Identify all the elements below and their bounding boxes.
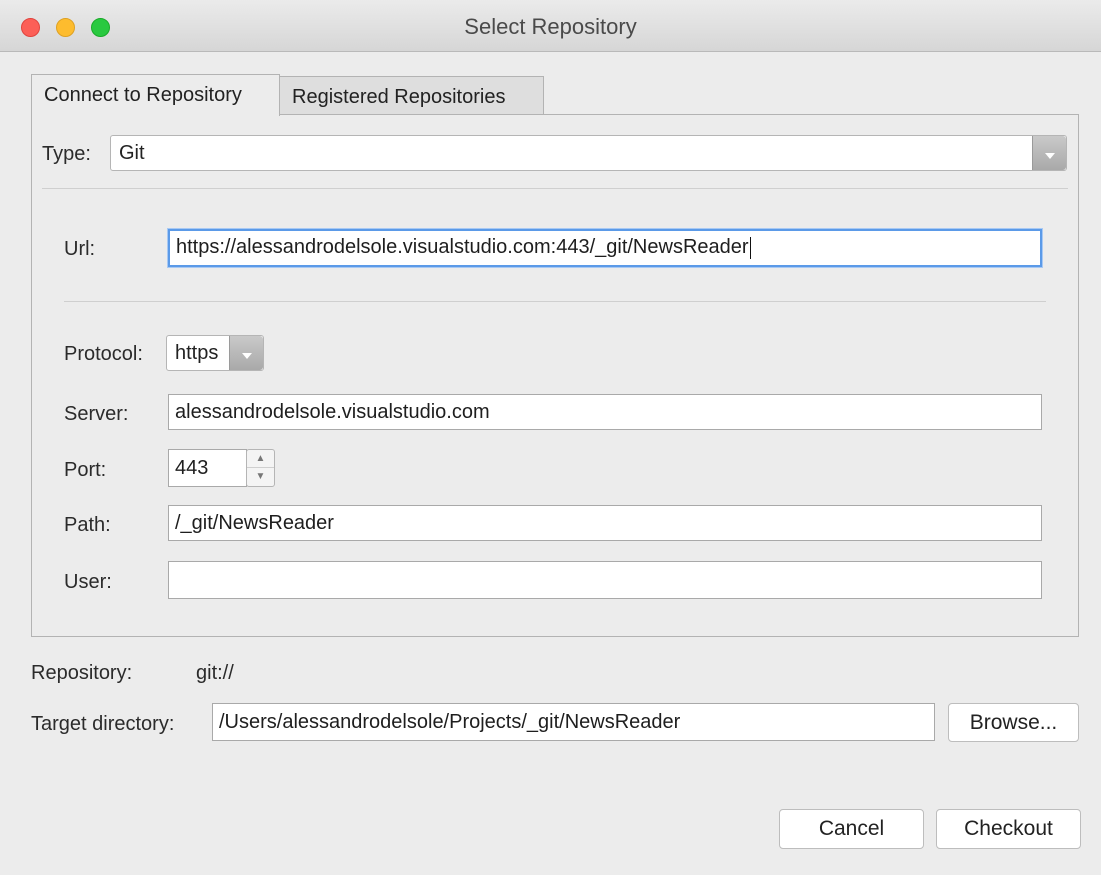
port-label: Port: <box>64 459 107 481</box>
divider <box>42 188 1068 189</box>
server-input[interactable]: alessandrodelsole.visualstudio.com <box>168 394 1042 430</box>
server-label: Server: <box>64 403 129 425</box>
stepper-down-icon[interactable]: ▼ <box>247 468 274 486</box>
target-directory-label: Target directory: <box>31 713 175 735</box>
divider <box>64 301 1046 302</box>
browse-button[interactable]: Browse... <box>948 703 1079 742</box>
type-select-value: Git <box>119 142 145 164</box>
text-caret <box>749 236 751 259</box>
user-label: User: <box>64 571 112 593</box>
url-input-value: https://alessandrodelsole.visualstudio.c… <box>176 236 749 258</box>
port-input[interactable]: 443 <box>168 449 247 487</box>
protocol-label: Protocol: <box>64 343 143 365</box>
dropdown-arrow-icon <box>229 336 263 370</box>
target-directory-input[interactable]: /Users/alessandrodelsole/Projects/_git/N… <box>212 703 935 741</box>
url-input[interactable]: https://alessandrodelsole.visualstudio.c… <box>168 229 1042 267</box>
protocol-select[interactable]: https <box>166 335 264 371</box>
cancel-button[interactable]: Cancel <box>779 809 924 849</box>
checkout-button[interactable]: Checkout <box>936 809 1081 849</box>
repository-label: Repository: <box>31 662 133 684</box>
tab-connect-to-repository[interactable]: Connect to Repository <box>31 74 280 116</box>
dropdown-arrow-icon <box>1032 136 1066 170</box>
protocol-select-value: https <box>175 342 219 364</box>
repository-value: git:// <box>196 662 234 684</box>
window-title: Select Repository <box>464 14 637 39</box>
stepper-up-icon[interactable]: ▲ <box>247 450 274 468</box>
path-label: Path: <box>64 514 111 536</box>
type-label: Type: <box>42 143 91 165</box>
path-input[interactable]: /_git/NewsReader <box>168 505 1042 541</box>
user-input[interactable] <box>168 561 1042 599</box>
type-select[interactable]: Git <box>110 135 1067 171</box>
title-bar: Select Repository <box>0 0 1101 52</box>
port-stepper[interactable]: ▲ ▼ <box>246 449 275 487</box>
url-label: Url: <box>64 238 96 260</box>
connect-panel <box>31 114 1079 637</box>
tab-registered-repositories[interactable]: Registered Repositories <box>280 76 544 114</box>
